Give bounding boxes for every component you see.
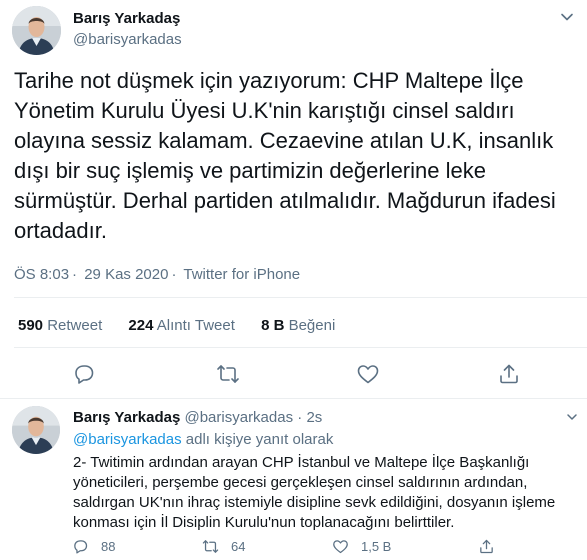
author-handle[interactable]: @barisyarkadas bbox=[73, 31, 182, 48]
retweet-label[interactable]: Retweet bbox=[47, 317, 102, 334]
reply-age[interactable]: 2s bbox=[306, 409, 322, 426]
reply-author-avatar[interactable] bbox=[12, 406, 60, 454]
reply-to-line: @barisyarkadas adlı kişiye yanıt olarak bbox=[73, 431, 333, 448]
reply-like-button[interactable]: 1,5 B bbox=[332, 538, 391, 555]
divider bbox=[0, 398, 587, 399]
retweet-icon bbox=[202, 540, 219, 553]
share-icon bbox=[480, 539, 493, 554]
caret-down-icon[interactable] bbox=[560, 10, 574, 24]
caret-down-icon[interactable] bbox=[566, 411, 578, 423]
reply-header: Barış Yarkadaş @barisyarkadas · 2s bbox=[73, 409, 322, 426]
tweet-stats: 590 Retweet 224 Alıntı Tweet 8 B Beğeni bbox=[18, 317, 357, 334]
like-count[interactable]: 8 B bbox=[261, 317, 284, 334]
reply-separator: · bbox=[297, 409, 303, 426]
reply-like-count: 1,5 B bbox=[361, 539, 392, 554]
meta-separator: · bbox=[171, 266, 177, 283]
tweet-meta: ÖS 8:03 · 29 Kas 2020 · Twitter for iPhone bbox=[14, 266, 303, 283]
tweet-actions bbox=[0, 362, 587, 386]
author-name[interactable]: Barış Yarkadaş bbox=[73, 10, 180, 27]
divider bbox=[14, 347, 587, 348]
tweet-date[interactable]: 29 Kas 2020 bbox=[84, 266, 168, 283]
reply-icon bbox=[74, 540, 88, 554]
share-icon[interactable] bbox=[497, 362, 521, 386]
retweet-icon[interactable] bbox=[216, 362, 240, 386]
like-icon[interactable] bbox=[356, 362, 380, 386]
reply-icon[interactable] bbox=[72, 362, 96, 386]
reply-share-button[interactable] bbox=[478, 538, 507, 555]
reply-text: 2- Twitimin ardından arayan CHP İstanbul… bbox=[73, 454, 556, 531]
reply-retweet-count: 64 bbox=[231, 539, 246, 554]
retweet-count[interactable]: 590 bbox=[18, 317, 43, 334]
reply-retweet-button[interactable]: 64 bbox=[202, 538, 245, 555]
author-avatar[interactable] bbox=[12, 6, 61, 55]
quote-count[interactable]: 224 bbox=[128, 317, 153, 334]
quote-label[interactable]: Alıntı Tweet bbox=[157, 317, 235, 334]
reply-author-name[interactable]: Barış Yarkadaş bbox=[73, 409, 180, 426]
reply-reply-button[interactable]: 88 bbox=[72, 538, 115, 555]
reply-author-handle[interactable]: @barisyarkadas bbox=[184, 409, 293, 426]
like-label[interactable]: Beğeni bbox=[289, 317, 336, 334]
reply-count: 88 bbox=[101, 539, 116, 554]
reply-actions: 88 64 1,5 B bbox=[0, 538, 587, 558]
meta-separator: · bbox=[72, 266, 78, 283]
like-icon bbox=[333, 540, 348, 554]
reply-to-suffix: adlı kişiye yanıt olarak bbox=[181, 431, 334, 448]
tweet-source[interactable]: Twitter for iPhone bbox=[183, 266, 300, 283]
tweet-time[interactable]: ÖS 8:03 bbox=[14, 266, 69, 283]
divider bbox=[14, 297, 587, 298]
tweet-text: Tarihe not düşmek için yazıyorum: CHP Ma… bbox=[14, 68, 556, 243]
reply-to-link[interactable]: @barisyarkadas bbox=[73, 431, 182, 448]
